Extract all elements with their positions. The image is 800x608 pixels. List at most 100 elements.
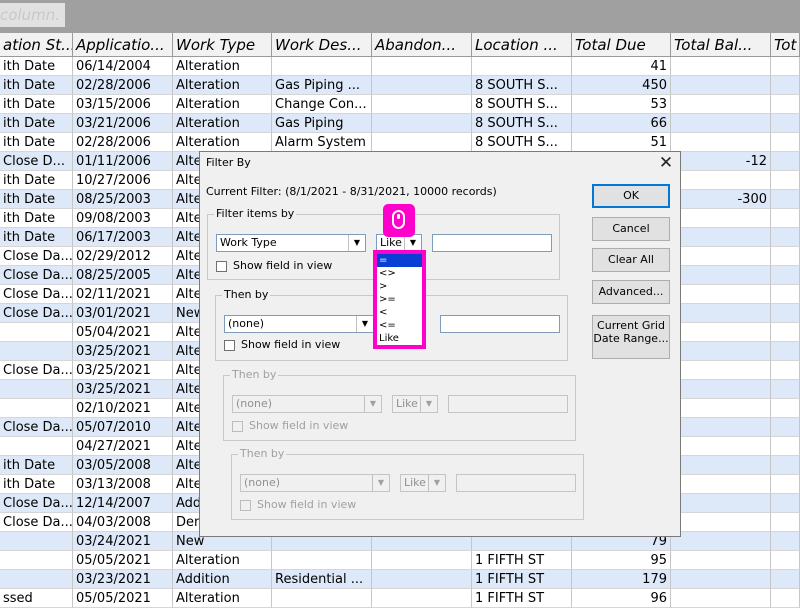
table-cell: 96 — [572, 589, 671, 608]
table-row[interactable]: 03/23/2021 Addition Residential ... 1 FIFTH… — [0, 570, 800, 589]
table-cell — [771, 551, 800, 570]
table-cell: Alteration — [173, 114, 272, 133]
table-cell: 03/13/2008 — [73, 475, 173, 494]
table-cell: Close Da... — [0, 361, 73, 380]
field-select-1[interactable]: Work Type ▼ — [216, 234, 366, 252]
advanced-button[interactable]: Advanced... — [592, 280, 670, 304]
show-field-checkbox-1[interactable] — [216, 261, 227, 272]
table-cell — [771, 532, 800, 551]
table-cell — [671, 342, 771, 361]
table-cell — [0, 323, 73, 342]
column-header[interactable]: Tot — [771, 33, 800, 57]
table-cell — [671, 513, 771, 532]
column-header[interactable]: Work Des... — [272, 33, 372, 57]
table-cell: -300 — [671, 190, 771, 209]
filter-by-dialog: Filter By ✕ Current Filter: (8/1/2021 - … — [199, 151, 681, 537]
table-row[interactable]: ith Date 03/21/2006 Alteration Gas Piping 8 … — [0, 114, 800, 133]
table-cell — [771, 114, 800, 133]
table-cell: 05/05/2021 — [73, 589, 173, 608]
table-cell — [771, 190, 800, 209]
column-header[interactable]: Work Type — [173, 33, 272, 57]
ok-button[interactable]: OK — [592, 184, 670, 208]
table-cell — [372, 57, 472, 76]
table-cell: 53 — [572, 95, 671, 114]
chevron-down-icon[interactable]: ▼ — [348, 235, 365, 251]
table-cell: Close Da... — [0, 266, 73, 285]
clear-all-button[interactable]: Clear All — [592, 248, 670, 272]
value-input-1[interactable] — [432, 234, 552, 252]
value-input-3 — [448, 395, 568, 413]
operator-dropdown-list[interactable]: = <> > >= < <= Like — [373, 250, 426, 349]
table-cell — [771, 475, 800, 494]
column-header[interactable]: Applicatio... — [73, 33, 173, 57]
cancel-button[interactable]: Cancel — [592, 217, 670, 241]
table-cell: 01/11/2006 — [73, 152, 173, 171]
operator-option[interactable]: <= — [377, 319, 422, 332]
table-cell — [771, 570, 800, 589]
group-by-hint: column. — [0, 3, 65, 27]
operator-option[interactable]: < — [377, 306, 422, 319]
field-select-2[interactable]: (none) ▼ — [224, 315, 374, 333]
table-cell: 8 SOUTH S... — [472, 76, 572, 95]
table-row[interactable]: ssed 05/05/2021 Alteration 1 FIFTH ST 96 — [0, 589, 800, 608]
table-cell: Close Da... — [0, 304, 73, 323]
table-row[interactable]: 05/05/2021 Alteration 1 FIFTH ST 95 — [0, 551, 800, 570]
show-field-label-1: Show field in view — [233, 259, 333, 272]
table-cell — [671, 532, 771, 551]
table-cell — [671, 114, 771, 133]
close-icon[interactable]: ✕ — [655, 153, 677, 173]
table-cell — [372, 114, 472, 133]
column-header[interactable]: Abandon... — [372, 33, 472, 57]
table-row[interactable]: ith Date 06/14/2004 Alteration 41 — [0, 57, 800, 76]
table-cell: ith Date — [0, 209, 73, 228]
table-cell — [671, 76, 771, 95]
current-grid-date-range-button[interactable]: Current Grid Date Range... — [592, 315, 670, 359]
operator-option[interactable]: > — [377, 280, 422, 293]
chevron-down-icon: ▼ — [372, 475, 389, 491]
operator-option[interactable]: = — [377, 254, 422, 267]
table-cell: 03/23/2021 — [73, 570, 173, 589]
table-cell: 03/21/2006 — [73, 114, 173, 133]
table-cell: 03/25/2021 — [73, 342, 173, 361]
value-input-2[interactable] — [440, 315, 560, 333]
table-cell — [771, 361, 800, 380]
column-header[interactable]: ation St... — [0, 33, 73, 57]
column-header[interactable]: Total Bal... — [671, 33, 771, 57]
table-cell: Close D... — [0, 152, 73, 171]
table-cell — [671, 475, 771, 494]
table-cell: Alteration — [173, 551, 272, 570]
table-cell — [771, 513, 800, 532]
table-cell — [671, 437, 771, 456]
table-cell: Alteration — [173, 95, 272, 114]
table-row[interactable]: ith Date 03/15/2006 Alteration Change Con..… — [0, 95, 800, 114]
table-row[interactable]: ith Date 02/28/2006 Alteration Gas Piping .… — [0, 76, 800, 95]
table-cell — [771, 399, 800, 418]
operator-options: = <> > >= < <= Like — [377, 254, 422, 345]
field-select-2-value: (none) — [228, 317, 265, 330]
table-cell: Residential ... — [272, 570, 372, 589]
operator-select-3-value: Like — [396, 397, 418, 410]
table-cell — [771, 266, 800, 285]
table-cell — [671, 247, 771, 266]
table-cell: Alteration — [173, 57, 272, 76]
table-cell: 03/24/2021 — [73, 532, 173, 551]
current-filter-text: Current Filter: (8/1/2021 - 8/31/2021, 1… — [206, 185, 497, 198]
show-field-checkbox-2[interactable] — [224, 340, 235, 351]
table-cell — [671, 228, 771, 247]
column-header[interactable]: Total Due — [572, 33, 671, 57]
chevron-down-icon: ▼ — [420, 396, 437, 412]
operator-option[interactable]: Like — [377, 332, 422, 345]
table-row[interactable]: ith Date 02/28/2006 Alteration Alarm System… — [0, 133, 800, 152]
table-cell: Alteration — [173, 589, 272, 608]
table-cell — [671, 266, 771, 285]
chevron-down-icon[interactable]: ▼ — [356, 316, 373, 332]
operator-select-1-value: Like — [380, 236, 402, 249]
chevron-down-icon[interactable]: ▼ — [404, 235, 421, 251]
table-cell — [671, 418, 771, 437]
table-cell — [671, 589, 771, 608]
operator-option[interactable]: <> — [377, 267, 422, 280]
column-header[interactable]: Location ... — [472, 33, 572, 57]
table-cell — [0, 437, 73, 456]
table-cell: 8 SOUTH S... — [472, 114, 572, 133]
operator-option[interactable]: >= — [377, 293, 422, 306]
